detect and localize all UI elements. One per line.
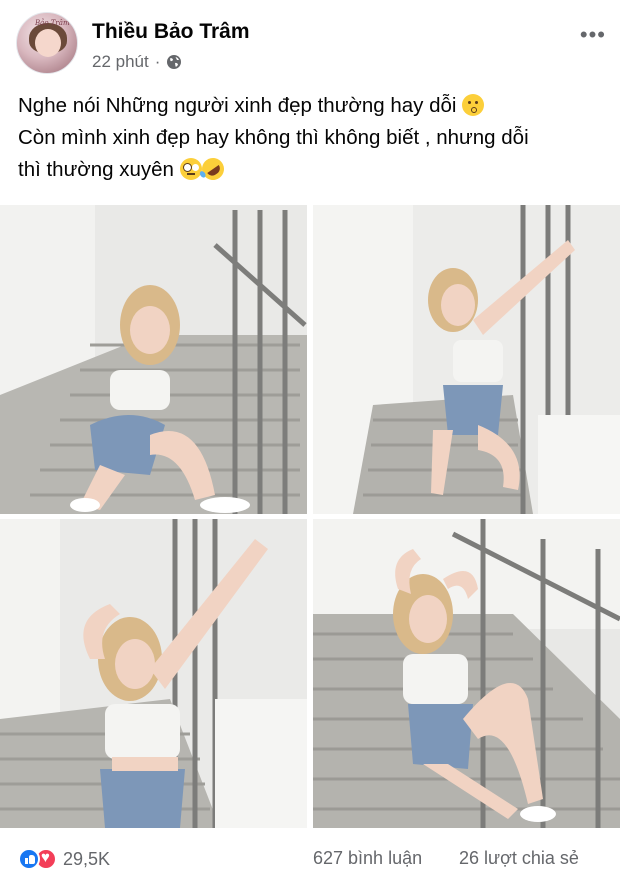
author-name[interactable]: Thiều Bảo Trâm <box>92 20 250 44</box>
kissing-face-icon <box>462 94 485 116</box>
post-meta: 22 phút · <box>92 52 182 72</box>
photo-2[interactable] <box>313 205 620 514</box>
post-timestamp[interactable]: 22 phút <box>92 52 149 72</box>
photo-3[interactable] <box>0 519 307 828</box>
share-count[interactable]: 26 lượt chia sẻ <box>459 848 579 869</box>
reaction-count: 29,5K <box>63 848 111 869</box>
author-avatar[interactable]: Bảo Trâm <box>16 12 78 74</box>
photo-grid <box>0 205 620 828</box>
post-footer: 29,5K 627 bình luận 26 lượt chia sẻ <box>0 838 620 875</box>
post-text-line: thì thường xuyên <box>18 153 608 186</box>
rolling-eyes-icon <box>179 158 202 180</box>
post-text: Nghe nói Những người xinh đẹp thường hay… <box>18 90 608 186</box>
rofl-icon <box>197 153 228 185</box>
post-text-line: Còn mình xinh đẹp hay không thì không bi… <box>18 126 529 149</box>
like-icon <box>18 848 40 870</box>
photo-1[interactable] <box>0 205 307 514</box>
meta-separator: · <box>154 52 161 71</box>
reactions-summary[interactable]: 29,5K <box>18 848 110 870</box>
post-header: Bảo Trâm Thiều Bảo Trâm 22 phút · ••• <box>0 0 620 90</box>
avatar-logo-text: Bảo Trâm <box>35 19 70 27</box>
photo-4[interactable] <box>313 519 620 828</box>
ellipsis-icon[interactable]: ••• <box>580 22 606 48</box>
globe-icon[interactable] <box>166 54 182 70</box>
post-text-line: Nghe nói Những người xinh đẹp thường hay… <box>18 90 608 122</box>
comment-count[interactable]: 627 bình luận <box>313 848 422 869</box>
